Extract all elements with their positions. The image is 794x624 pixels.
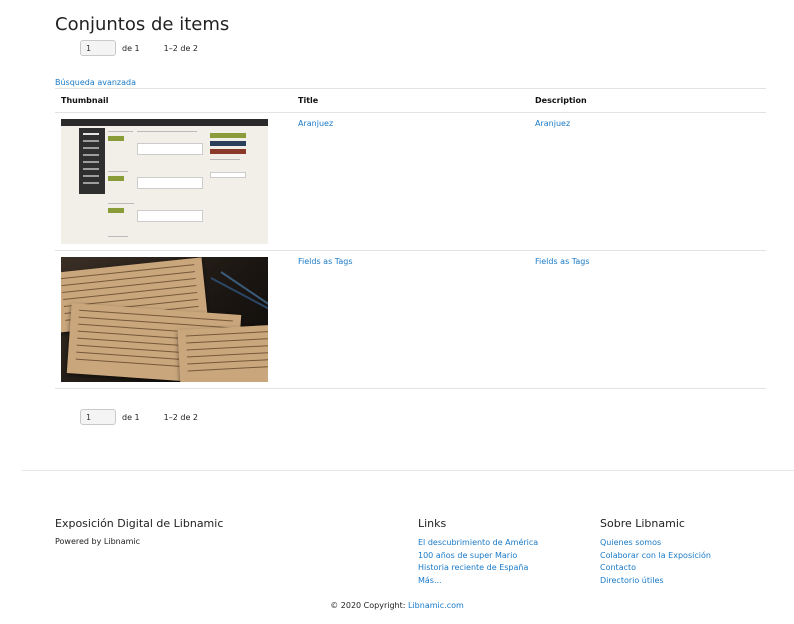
- result-range-label: 1–2 de 2: [163, 412, 198, 422]
- page-count-label: de 1: [122, 43, 140, 53]
- item-thumbnail-admin-screenshot[interactable]: [61, 119, 268, 244]
- title-cell: Aranjuez: [292, 112, 529, 251]
- header-title[interactable]: Title: [292, 88, 529, 113]
- items-table: Thumbnail Title Description Aranjuez Ara…: [55, 88, 766, 389]
- footer-link-quienes-somos[interactable]: Quienes somos: [600, 538, 661, 547]
- footer-link-historia[interactable]: Historia reciente de España: [418, 563, 528, 572]
- item-title-link[interactable]: Aranjuez: [298, 119, 333, 128]
- footer-links: Links El descubrimiento de América 100 a…: [418, 517, 538, 587]
- thumbnail-cell: [55, 112, 292, 251]
- item-thumbnail-handwritten-papers[interactable]: [61, 257, 268, 382]
- page-title: Conjuntos de items: [55, 14, 230, 35]
- item-title-link[interactable]: Fields as Tags: [298, 257, 353, 266]
- item-description-link[interactable]: Fields as Tags: [535, 257, 590, 266]
- footer-links-title: Links: [418, 517, 447, 530]
- pagination-bottom: de 1 1–2 de 2: [80, 409, 198, 425]
- footer-about-title: Sobre Libnamic: [600, 517, 685, 530]
- footer-powered-by: Powered by Libnamic: [55, 537, 141, 546]
- footer-link-mas[interactable]: Más...: [418, 576, 442, 585]
- title-cell: Fields as Tags: [292, 250, 529, 389]
- copyright-link[interactable]: Libnamic.com: [408, 601, 464, 610]
- page-number-input[interactable]: [80, 40, 116, 56]
- table-row: Fields as Tags Fields as Tags: [55, 250, 766, 389]
- page-count-label: de 1: [122, 412, 140, 422]
- item-description-link[interactable]: Aranjuez: [535, 119, 570, 128]
- footer-link-directorio[interactable]: Directorio útiles: [600, 576, 664, 585]
- description-cell: Aranjuez: [529, 112, 766, 251]
- pagination-top: de 1 1–2 de 2: [80, 40, 198, 56]
- table-header-row: Thumbnail Title Description: [55, 88, 766, 113]
- thumbnail-cell: [55, 250, 292, 389]
- footer-link-contacto[interactable]: Contacto: [600, 563, 636, 572]
- page-number-input[interactable]: [80, 409, 116, 425]
- footer-divider: [22, 470, 794, 471]
- footer-link-descubrimiento[interactable]: El descubrimiento de América: [418, 538, 538, 547]
- description-cell: Fields as Tags: [529, 250, 766, 389]
- advanced-search-link[interactable]: Búsqueda avanzada: [55, 78, 136, 87]
- header-description[interactable]: Description: [529, 88, 766, 113]
- footer-about: Sobre Libnamic Quienes somos Colaborar c…: [600, 517, 711, 587]
- result-range-label: 1–2 de 2: [163, 43, 198, 53]
- table-row: Aranjuez Aranjuez: [55, 112, 766, 251]
- footer-copyright: © 2020 Copyright: Libnamic.com: [0, 601, 794, 610]
- footer-link-colaborar[interactable]: Colaborar con la Exposición: [600, 551, 711, 560]
- header-thumbnail[interactable]: Thumbnail: [55, 88, 292, 113]
- footer-link-super-mario[interactable]: 100 años de super Mario: [418, 551, 517, 560]
- footer-site-title: Exposición Digital de Libnamic: [55, 517, 224, 530]
- copyright-text: © 2020 Copyright:: [330, 601, 408, 610]
- footer-site-info: Exposición Digital de Libnamic Powered b…: [55, 517, 223, 546]
